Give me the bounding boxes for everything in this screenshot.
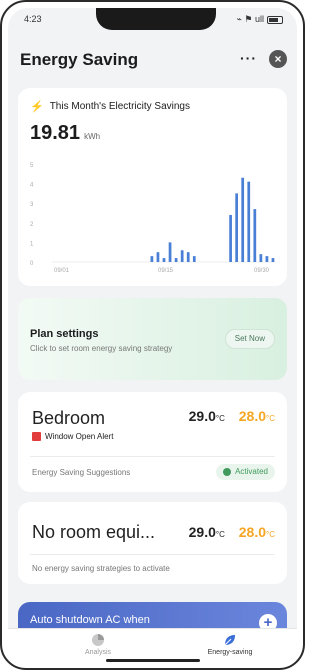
close-button[interactable]: × [269, 50, 287, 68]
leaf-icon [224, 635, 235, 646]
lightning-icon: ⚡ [30, 101, 44, 113]
more-options-button[interactable]: ··· [240, 50, 257, 66]
y-tick-label: 2 [30, 222, 34, 228]
set-now-button[interactable]: Set Now [224, 329, 275, 349]
bar [180, 250, 184, 262]
x-tick-label: 09/01 [54, 268, 70, 274]
y-tick-label: 3 [30, 202, 34, 208]
screen: 4:23 ⌁ ⚑ ull Energy Saving ··· × ⚡ This … [8, 8, 297, 664]
camera-notch [96, 8, 216, 30]
phone-frame: 4:23 ⌁ ⚑ ull Energy Saving ··· × ⚡ This … [0, 0, 305, 670]
savings-bar-chart: 5 4 3 2 1 0 09/01 09/15 09/30 [30, 163, 276, 274]
tab-label: Analysis [84, 649, 112, 656]
savings-value-row: 19.81 kWh [30, 122, 100, 145]
bar [168, 242, 172, 262]
savings-value: 19.81 [30, 122, 81, 144]
y-tick-label: 1 [30, 241, 34, 247]
tab-label: Energy-saving [207, 649, 253, 656]
x-tick-label: 09/30 [254, 268, 270, 274]
bar [174, 258, 178, 262]
set-temp: 28.0 [238, 524, 267, 540]
tab-energy-saving[interactable]: Energy-saving [190, 633, 270, 656]
status-icons: ⌁ ⚑ ull [236, 14, 283, 25]
bar [235, 193, 239, 262]
signal-icons: ⌁ ⚑ ull [236, 14, 265, 24]
divider [30, 456, 275, 457]
tab-analysis[interactable]: Analysis [58, 633, 138, 656]
bar [247, 181, 251, 262]
y-tick-label: 4 [30, 183, 34, 189]
y-tick-label: 0 [30, 261, 34, 267]
bar [156, 252, 160, 262]
current-temp: 29.0 [188, 408, 216, 424]
bar [186, 252, 190, 262]
plan-settings-card[interactable]: Plan settings Click to set room energy s… [18, 298, 287, 380]
room-card-bedroom[interactable]: Bedroom 29.0°C 28.0°C Window Open Alert … [18, 392, 287, 492]
status-badge-label: Activated [235, 467, 268, 476]
savings-card: ⚡ This Month's Electricity Savings 19.81… [18, 88, 287, 286]
savings-label-row: ⚡ This Month's Electricity Savings [30, 100, 190, 113]
plan-title: Plan settings [30, 328, 99, 340]
page-header: Energy Saving ··· × [8, 46, 297, 76]
status-badge[interactable]: Activated [216, 464, 275, 480]
pie-chart-icon [92, 634, 104, 646]
bar [259, 254, 263, 262]
status-time: 4:23 [24, 14, 42, 24]
room-temperatures: 29.0°C 28.0°C [189, 524, 275, 540]
bar [150, 256, 154, 262]
current-temp-unit: °C [215, 414, 225, 423]
room-name: No room equi... [32, 522, 156, 542]
bar [229, 214, 232, 262]
current-temp: 29.0 [188, 524, 216, 540]
bar [241, 177, 245, 262]
no-strategy-note: No energy saving strategies to activate [32, 564, 170, 573]
window-alert-text: Window Open Alert [45, 432, 114, 441]
set-temp-unit: °C [266, 414, 275, 423]
current-temp-unit: °C [215, 530, 225, 539]
savings-unit: kWh [84, 132, 101, 141]
suggestion-label: Energy Saving Suggestions [32, 468, 131, 477]
room-name: Bedroom [32, 408, 106, 428]
bar [192, 256, 196, 262]
home-indicator [106, 659, 200, 662]
plan-subtitle: Click to set room energy saving strategy [30, 344, 173, 353]
y-tick-label: 5 [30, 163, 34, 169]
x-tick-label: 09/15 [158, 268, 174, 274]
divider [30, 554, 275, 555]
bar [253, 209, 257, 262]
page-title: Energy Saving [20, 50, 139, 69]
check-icon [223, 468, 232, 476]
window-alert: Window Open Alert [32, 432, 113, 441]
set-temp: 28.0 [238, 408, 267, 424]
savings-label: This Month's Electricity Savings [49, 101, 190, 112]
bar [162, 258, 166, 262]
bar [265, 256, 269, 262]
set-temp-unit: °C [266, 530, 275, 539]
battery-icon [267, 15, 283, 24]
bar [271, 258, 275, 262]
window-open-icon [32, 432, 41, 441]
room-card-unassigned[interactable]: No room equi... 29.0°C 28.0°C No energy … [18, 502, 287, 584]
auto-shutdown-label: Auto shutdown AC when [30, 614, 150, 626]
room-temperatures: 29.0°C 28.0°C [189, 408, 275, 424]
